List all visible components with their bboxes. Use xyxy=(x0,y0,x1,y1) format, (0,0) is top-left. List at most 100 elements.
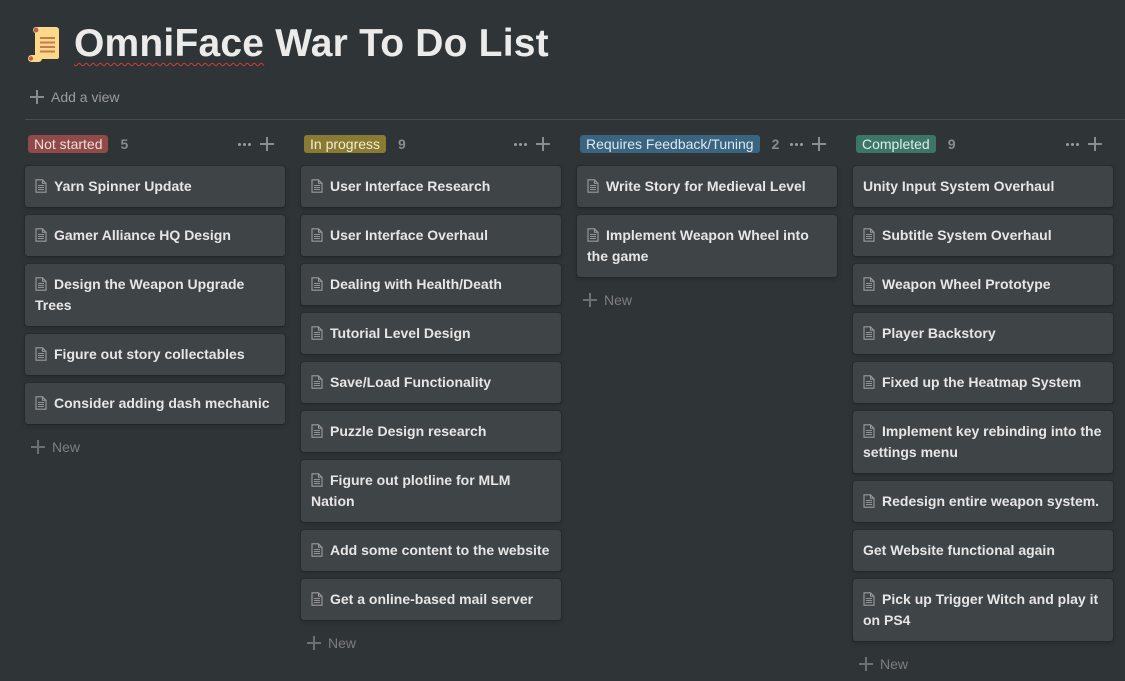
board-card[interactable]: Add some content to the website xyxy=(301,530,561,571)
board-card[interactable]: Subtitle System Overhaul xyxy=(853,215,1113,256)
board-card[interactable]: Gamer Alliance HQ Design xyxy=(25,215,285,256)
board-card[interactable]: Save/Load Functionality xyxy=(301,362,561,403)
board-card[interactable]: Design the Weapon Upgrade Trees xyxy=(25,264,285,326)
page: OmniFace War To Do List Add a view Not s… xyxy=(0,0,1125,681)
add-view-label: Add a view xyxy=(51,89,120,105)
board-card[interactable]: User Interface Overhaul xyxy=(301,215,561,256)
plus-icon xyxy=(307,636,321,650)
column-header: Requires Feedback/Tuning 2 xyxy=(577,133,837,155)
page-icon xyxy=(311,591,323,606)
column-count: 5 xyxy=(120,136,129,152)
card-title: Gamer Alliance HQ Design xyxy=(54,227,231,243)
more-options-icon[interactable] xyxy=(514,133,527,155)
more-options-icon[interactable] xyxy=(238,133,251,155)
board-card[interactable]: Weapon Wheel Prototype xyxy=(853,264,1113,305)
card-title: Add some content to the website xyxy=(330,542,550,558)
board-card[interactable]: Unity Input System Overhaul xyxy=(853,166,1113,207)
board-card[interactable]: Consider adding dash mechanic xyxy=(25,383,285,424)
page-icon xyxy=(311,325,323,340)
add-card-plus-icon[interactable] xyxy=(1088,137,1102,151)
add-card-plus-icon[interactable] xyxy=(536,137,550,151)
board-card[interactable]: Player Backstory xyxy=(853,313,1113,354)
page-title-rest: War To Do List xyxy=(264,22,549,65)
status-tag[interactable]: In progress xyxy=(304,135,387,153)
card-title: Write Story for Medieval Level xyxy=(606,178,806,194)
page-icon xyxy=(35,227,47,242)
board-card[interactable]: User Interface Research xyxy=(301,166,561,207)
card-title: Design the Weapon Upgrade Trees xyxy=(35,276,245,313)
more-options-icon[interactable] xyxy=(1066,133,1079,155)
card-title: Save/Load Functionality xyxy=(330,374,492,390)
column-actions xyxy=(1066,133,1109,155)
board-card[interactable]: Tutorial Level Design xyxy=(301,313,561,354)
new-card-button[interactable]: New xyxy=(577,289,837,311)
board-card[interactable]: Figure out story collectables xyxy=(25,334,285,375)
board-card[interactable]: Get Website functional again xyxy=(853,530,1113,571)
add-card-plus-icon[interactable] xyxy=(260,137,274,151)
more-options-icon[interactable] xyxy=(790,133,803,155)
card-title: Fixed up the Heatmap System xyxy=(882,374,1082,390)
card-title: Subtitle System Overhaul xyxy=(882,227,1052,243)
card-title: Dealing with Health/Death xyxy=(330,276,502,292)
card-title: Yarn Spinner Update xyxy=(54,178,192,194)
board-card[interactable]: Puzzle Design research xyxy=(301,411,561,452)
page-icon xyxy=(863,591,875,606)
board-card[interactable]: Write Story for Medieval Level xyxy=(577,166,837,207)
board-column: Requires Feedback/Tuning 2 Write Story for… xyxy=(577,133,837,675)
card-title: Implement key rebinding into the setting… xyxy=(863,423,1102,460)
plus-icon xyxy=(31,440,45,454)
card-title: Player Backstory xyxy=(882,325,996,341)
card-title: Consider adding dash mechanic xyxy=(54,395,270,411)
column-actions xyxy=(790,133,833,155)
status-tag[interactable]: Not started xyxy=(28,135,109,153)
plus-icon xyxy=(859,657,873,671)
new-card-button[interactable]: New xyxy=(25,436,285,458)
board-column: Completed 9 Unity Input System Overhaul Sub… xyxy=(853,133,1113,675)
column-count: 9 xyxy=(947,136,956,152)
board-column: In progress 9 User Interface Research User … xyxy=(301,133,561,675)
new-card-label: New xyxy=(604,292,633,308)
board-card[interactable]: Figure out plotline for MLM Nation xyxy=(301,460,561,522)
status-tag[interactable]: Requires Feedback/Tuning xyxy=(580,135,760,153)
add-card-plus-icon[interactable] xyxy=(812,137,826,151)
board-card[interactable]: Implement Weapon Wheel into the game xyxy=(577,215,837,277)
page-icon xyxy=(863,423,875,438)
add-view-button[interactable]: Add a view xyxy=(30,86,119,108)
page-title[interactable]: OmniFace War To Do List xyxy=(74,22,549,66)
card-title: Unity Input System Overhaul xyxy=(863,178,1055,194)
card-title: Weapon Wheel Prototype xyxy=(882,276,1051,292)
board-card[interactable]: Dealing with Health/Death xyxy=(301,264,561,305)
plus-icon xyxy=(30,90,44,104)
board-card[interactable]: Implement key rebinding into the setting… xyxy=(853,411,1113,473)
board-card[interactable]: Redesign entire weapon system. xyxy=(853,481,1113,522)
page-icon xyxy=(587,178,599,193)
board-column: Not started 5 Yarn Spinner Update Gamer All… xyxy=(25,133,285,675)
page-icon xyxy=(311,374,323,389)
page-icon xyxy=(863,227,875,242)
card-title: Get a online-based mail server xyxy=(330,591,534,607)
new-card-button[interactable]: New xyxy=(853,653,1113,675)
column-header: In progress 9 xyxy=(301,133,561,155)
page-icon xyxy=(587,227,599,242)
card-title: Puzzle Design research xyxy=(330,423,487,439)
page-icon xyxy=(35,276,47,291)
column-header: Completed 9 xyxy=(853,133,1113,155)
page-title-misspelled-word: OmniFace xyxy=(74,22,265,65)
page-icon xyxy=(863,325,875,340)
board-card[interactable]: Yarn Spinner Update xyxy=(25,166,285,207)
status-tag[interactable]: Completed xyxy=(856,135,936,153)
card-title: Implement Weapon Wheel into the game xyxy=(587,227,809,264)
page-icon xyxy=(35,178,47,193)
board-card[interactable]: Fixed up the Heatmap System xyxy=(853,362,1113,403)
scroll-icon[interactable] xyxy=(26,24,66,64)
column-header: Not started 5 xyxy=(25,133,285,155)
board-card[interactable]: Get a online-based mail server xyxy=(301,579,561,620)
page-icon xyxy=(311,227,323,242)
column-count: 9 xyxy=(398,136,406,152)
column-count: 2 xyxy=(771,136,780,152)
board-card[interactable]: Pick up Trigger Witch and play it on PS4 xyxy=(853,579,1113,641)
page-icon xyxy=(311,276,323,291)
column-actions xyxy=(514,133,557,155)
page-icon xyxy=(863,493,875,508)
new-card-button[interactable]: New xyxy=(301,632,561,654)
